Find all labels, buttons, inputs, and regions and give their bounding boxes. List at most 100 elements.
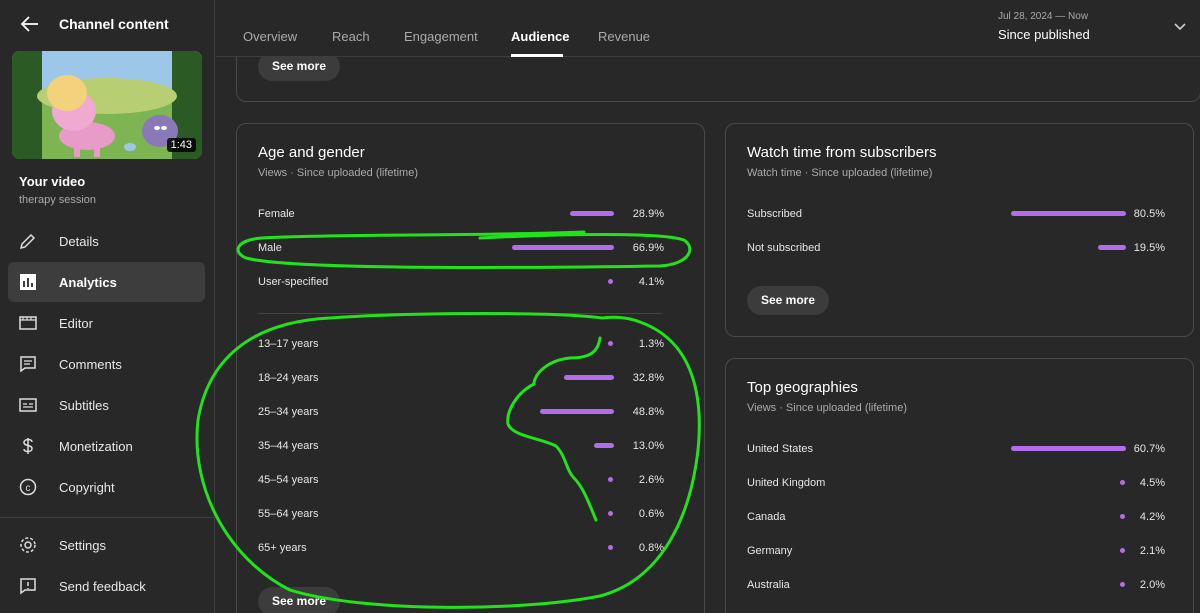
tab-audience[interactable]: Audience <box>511 29 570 44</box>
nav-label: Comments <box>59 357 122 372</box>
copyright-icon: c <box>19 478 37 496</box>
tab-revenue[interactable]: Revenue <box>598 29 650 44</box>
age-row: 13–17 years 1.3% <box>258 338 664 354</box>
nav-label: Analytics <box>59 275 117 290</box>
tab-overview[interactable]: Overview <box>243 29 297 44</box>
row-value: 2.6% <box>638 474 664 486</box>
row-value: 48.8% <box>632 406 664 418</box>
date-range-picker[interactable]: Jul 28, 2024 — Now Since published <box>998 11 1090 42</box>
row-value: 4.5% <box>1139 477 1165 489</box>
nav-label: Editor <box>59 316 93 331</box>
card-subtitle: Views · Since uploaded (lifetime) <box>747 402 907 414</box>
tab-reach[interactable]: Reach <box>332 29 370 44</box>
comments-icon <box>20 356 36 373</box>
row-label: Female <box>258 208 295 220</box>
row-label: 18–24 years <box>258 372 319 384</box>
age-row: 45–54 years 2.6% <box>258 474 664 490</box>
analytics-icon <box>20 274 36 290</box>
row-label: Canada <box>747 511 786 523</box>
row-label: 45–54 years <box>258 474 319 486</box>
row-value: 32.8% <box>632 372 664 384</box>
nav-editor[interactable]: Editor <box>8 303 205 343</box>
dollar-icon <box>23 438 33 454</box>
age-gender-card: Age and gender Views · Since uploaded (l… <box>236 123 705 613</box>
row-value: 13.0% <box>632 440 664 452</box>
geo-row: Germany 2.1% <box>747 545 1167 561</box>
row-label: 13–17 years <box>258 338 319 350</box>
row-value: 1.3% <box>638 338 664 350</box>
row-label: 25–34 years <box>258 406 319 418</box>
row-value: 2.0% <box>1139 579 1165 591</box>
sidebar-header: Channel content <box>0 0 215 46</box>
geo-row: United Kingdom 4.5% <box>747 477 1167 493</box>
active-tab-indicator <box>511 54 563 57</box>
see-more-button[interactable]: See more <box>747 286 830 315</box>
video-duration: 1:43 <box>166 138 196 152</box>
gender-row-male: Male 66.9% <box>258 242 664 258</box>
nav-details[interactable]: Details <box>8 221 205 261</box>
main-content: See more Age and gender Views · Since up… <box>216 0 1200 613</box>
pencil-icon <box>19 233 36 250</box>
nav-send-feedback[interactable]: Send feedback <box>8 566 205 606</box>
nav-label: Send feedback <box>59 579 146 594</box>
nav-subtitles[interactable]: Subtitles <box>8 385 205 425</box>
row-bar <box>512 245 614 250</box>
geo-row: Canada 4.2% <box>747 511 1167 527</box>
gear-icon <box>20 537 36 553</box>
svg-text:c: c <box>26 483 31 494</box>
row-value: 28.9% <box>632 208 664 220</box>
nav-label: Monetization <box>59 439 133 454</box>
card-title: Age and gender <box>258 144 365 161</box>
nav-label: Copyright <box>59 480 115 495</box>
nav-label: Settings <box>59 538 106 553</box>
watch-time-card: Watch time from subscribers Watch time ·… <box>725 123 1194 337</box>
row-label: 55–64 years <box>258 508 319 520</box>
age-row: 18–24 years 32.8% <box>258 372 664 388</box>
row-label: 35–44 years <box>258 440 319 452</box>
card-subtitle: Watch time · Since uploaded (lifetime) <box>747 167 933 179</box>
row-label: Germany <box>747 545 793 557</box>
geographies-card: Top geographies Views · Since uploaded (… <box>725 358 1194 613</box>
row-label: Australia <box>747 579 790 591</box>
nav-monetization[interactable]: Monetization <box>8 426 205 466</box>
feedback-icon <box>20 578 36 595</box>
nav-settings[interactable]: Settings <box>8 525 205 565</box>
nav-copyright[interactable]: c Copyright <box>8 467 205 507</box>
see-more-button[interactable]: See more <box>258 587 341 613</box>
chevron-down-icon[interactable] <box>1172 18 1188 34</box>
editor-icon <box>19 316 37 330</box>
row-bar <box>540 409 614 414</box>
card-title: Watch time from subscribers <box>747 144 937 161</box>
nav-comments[interactable]: Comments <box>8 344 205 384</box>
section-divider <box>258 313 662 314</box>
row-value: 0.8% <box>638 542 664 554</box>
row-label: Subscribed <box>747 208 803 220</box>
sidebar-divider <box>0 517 215 518</box>
row-label: Male <box>258 242 282 254</box>
sidebar: Channel content 1:43 Your video therapy … <box>0 0 215 613</box>
row-value: 4.1% <box>638 276 664 288</box>
your-video-label: Your video <box>19 174 86 189</box>
arrow-back-icon[interactable] <box>18 12 42 36</box>
gender-row-user-specified: User-specified 4.1% <box>258 276 664 292</box>
studio-page: Channel content 1:43 Your video therapy … <box>0 0 1200 613</box>
age-row: 65+ years 0.8% <box>258 542 664 558</box>
row-label: 65+ years <box>258 542 307 554</box>
video-name: therapy session <box>19 194 97 206</box>
nav-analytics[interactable]: Analytics <box>8 262 205 302</box>
nav-label: Details <box>59 234 99 249</box>
row-value: 66.9% <box>632 242 664 254</box>
row-value: 4.2% <box>1139 511 1165 523</box>
sidebar-title: Channel content <box>59 16 169 32</box>
row-value: 0.6% <box>638 508 664 520</box>
card-subtitle: Views · Since uploaded (lifetime) <box>258 167 418 179</box>
row-value: 60.7% <box>1133 443 1165 455</box>
age-row: 35–44 years 13.0% <box>258 440 664 456</box>
tab-engagement[interactable]: Engagement <box>404 29 478 44</box>
video-thumbnail[interactable]: 1:43 <box>12 51 202 159</box>
row-value: 2.1% <box>1139 545 1165 557</box>
gender-row-female: Female 28.9% <box>258 208 664 224</box>
nav-label: Subtitles <box>59 398 109 413</box>
geo-row: Australia 2.0% <box>747 579 1167 595</box>
row-label: User-specified <box>258 276 329 288</box>
